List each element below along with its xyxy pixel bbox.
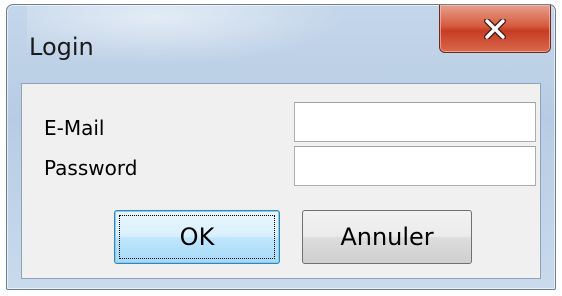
close-x-icon xyxy=(484,18,506,39)
dialog-body: E-Mail Password OK Annuler xyxy=(21,83,541,279)
close-button[interactable] xyxy=(439,5,551,53)
password-field[interactable] xyxy=(294,146,536,186)
title-bar[interactable]: Login xyxy=(7,5,555,83)
cancel-button[interactable]: Annuler xyxy=(302,210,472,264)
login-dialog: Login E-Mail Password OK Annuler xyxy=(6,4,556,290)
email-label: E-Mail xyxy=(44,116,105,140)
password-label: Password xyxy=(44,156,138,180)
cancel-button-label: Annuler xyxy=(340,223,434,251)
email-field[interactable] xyxy=(294,102,536,142)
ok-button-label: OK xyxy=(179,223,215,251)
window-title: Login xyxy=(29,33,94,61)
ok-button[interactable]: OK xyxy=(114,210,280,264)
